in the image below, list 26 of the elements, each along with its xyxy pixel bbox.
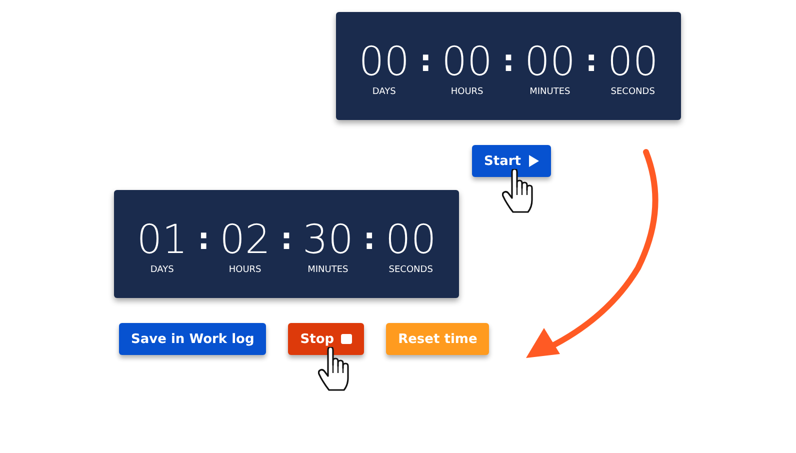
- timer-separator: :: [502, 43, 516, 81]
- timer-unit-label: DAYS: [371, 87, 397, 97]
- stop-icon: [341, 334, 352, 344]
- timer-unit-label: MINUTES: [528, 87, 572, 97]
- timer-button[interactable]: Save in Work log: [119, 323, 266, 355]
- timer-separator: :: [584, 43, 598, 81]
- timer-unit-label: DAYS: [149, 265, 175, 275]
- timer-value: 00: [607, 39, 658, 85]
- timer-value: 00: [385, 217, 436, 263]
- timer-value: 00: [442, 39, 492, 85]
- timer-unit-label: MINUTES: [306, 265, 350, 275]
- timer-value: 02: [220, 217, 270, 263]
- timer-separator: :: [196, 221, 211, 259]
- timer-unit-label: HOURS: [228, 265, 262, 275]
- timer-value: 00: [358, 39, 410, 85]
- timer-button[interactable]: Start: [472, 145, 551, 177]
- timer-value: 30: [302, 217, 354, 263]
- timer-separator: :: [280, 221, 294, 259]
- timer-unit-label: HOURS: [450, 87, 484, 97]
- timer-unit-label: SECONDS: [610, 87, 656, 97]
- timer-separator: :: [418, 43, 433, 81]
- timer-value: 00: [524, 39, 576, 85]
- play-icon: [528, 155, 539, 167]
- timer-separator: :: [362, 221, 376, 259]
- timer-value: 01: [136, 217, 188, 263]
- timer-unit-label: SECONDS: [388, 265, 434, 275]
